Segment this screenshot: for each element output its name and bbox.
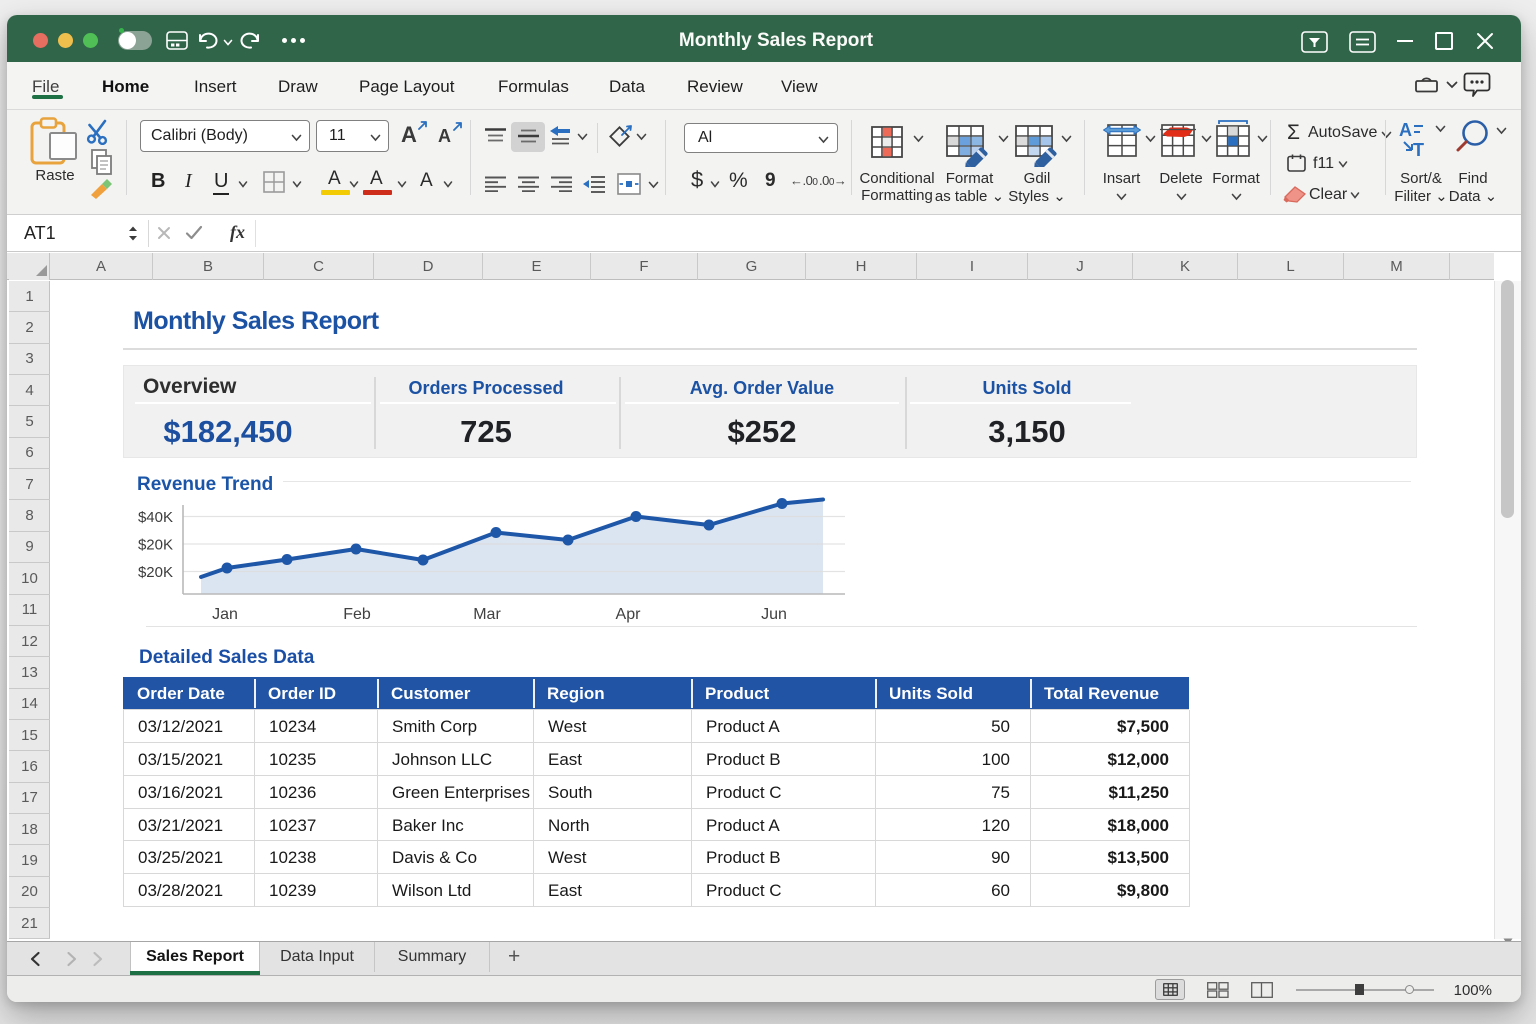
svg-text:$20K: $20K xyxy=(138,564,173,581)
svg-text:Jan: Jan xyxy=(212,606,238,623)
svg-text:T: T xyxy=(1413,140,1424,160)
svg-text:A: A xyxy=(1399,120,1412,140)
svg-text:Mar: Mar xyxy=(473,606,501,623)
svg-text:Apr: Apr xyxy=(616,606,642,623)
svg-text:Jun: Jun xyxy=(761,606,787,623)
svg-text:Feb: Feb xyxy=(343,606,371,623)
svg-text:$20K: $20K xyxy=(138,537,173,554)
svg-text:$40K: $40K xyxy=(138,509,173,526)
